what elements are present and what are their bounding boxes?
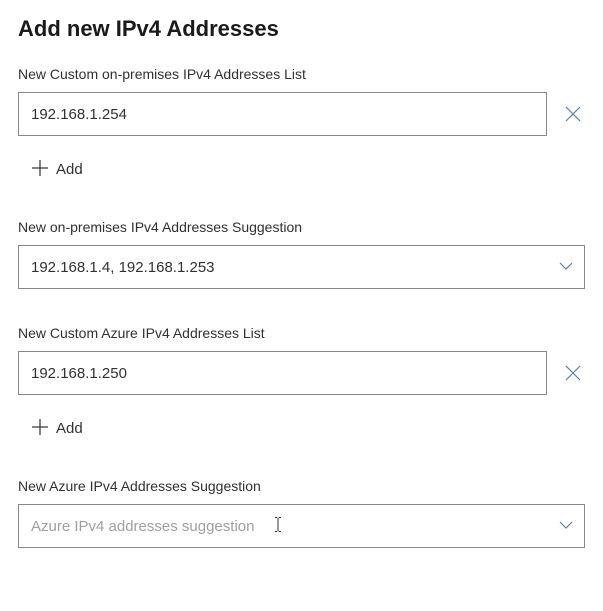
azure-suggestion-label: New Azure IPv4 Addresses Suggestion	[18, 478, 585, 494]
add-azure-label: Add	[56, 420, 83, 437]
custom-azure-row	[18, 351, 585, 395]
remove-onprem-icon[interactable]	[561, 102, 585, 126]
add-onprem-button[interactable]: Add	[32, 156, 83, 183]
custom-onprem-input[interactable]	[18, 92, 547, 136]
onprem-suggestion-value: 192.168.1.4, 192.168.1.253	[31, 259, 215, 276]
onprem-suggestion-group: New on-premises IPv4 Addresses Suggestio…	[18, 219, 585, 289]
plus-icon	[32, 419, 48, 438]
custom-azure-group: New Custom Azure IPv4 Addresses List Add	[18, 325, 585, 442]
onprem-suggestion-label: New on-premises IPv4 Addresses Suggestio…	[18, 219, 585, 235]
add-azure-button[interactable]: Add	[32, 415, 83, 442]
plus-icon	[32, 160, 48, 179]
remove-azure-icon[interactable]	[561, 361, 585, 385]
azure-suggestion-group: New Azure IPv4 Addresses Suggestion Azur…	[18, 478, 585, 548]
custom-azure-input[interactable]	[18, 351, 547, 395]
onprem-suggestion-select[interactable]: 192.168.1.4, 192.168.1.253	[18, 245, 585, 289]
custom-onprem-row	[18, 92, 585, 136]
azure-suggestion-select[interactable]: Azure IPv4 addresses suggestion	[18, 504, 585, 548]
page-title: Add new IPv4 Addresses	[18, 16, 585, 42]
add-onprem-label: Add	[56, 161, 83, 178]
custom-onprem-group: New Custom on-premises IPv4 Addresses Li…	[18, 66, 585, 183]
azure-suggestion-placeholder: Azure IPv4 addresses suggestion	[31, 518, 254, 535]
custom-onprem-label: New Custom on-premises IPv4 Addresses Li…	[18, 66, 585, 82]
custom-azure-label: New Custom Azure IPv4 Addresses List	[18, 325, 585, 341]
